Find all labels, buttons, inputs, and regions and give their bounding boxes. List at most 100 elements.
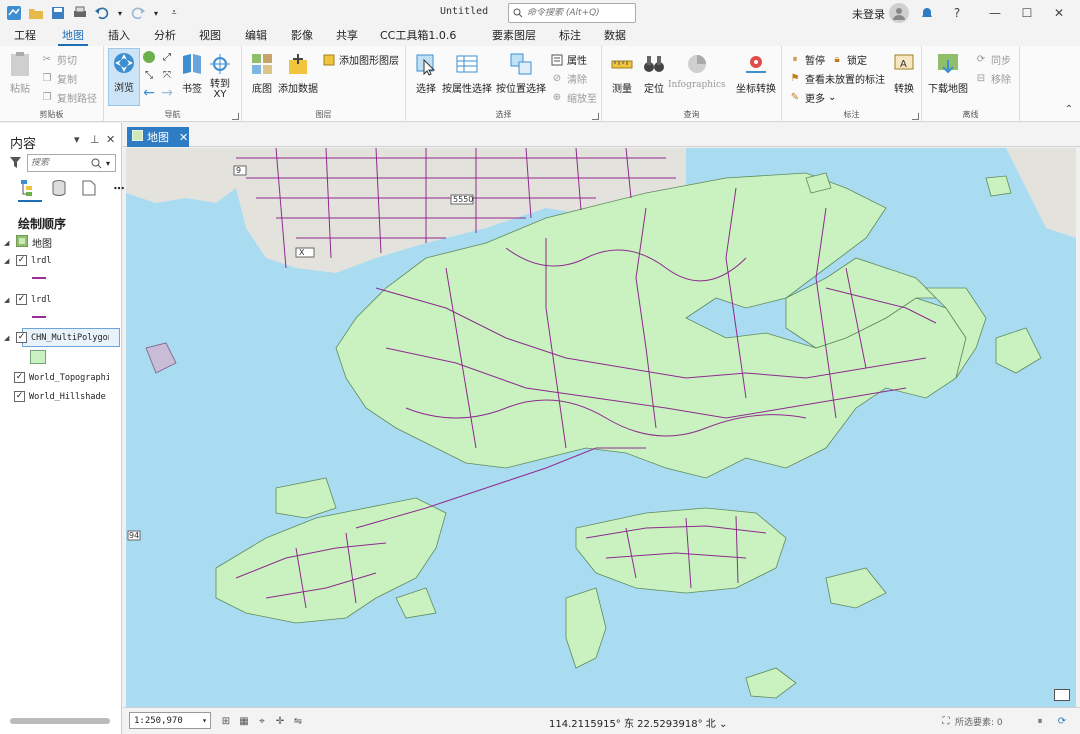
fixed-scale-icon[interactable]: ⊞ bbox=[219, 714, 233, 728]
lock-labels-button[interactable]: 🔒︎ 锁定 bbox=[830, 52, 867, 67]
tab-view[interactable]: 视图 bbox=[195, 28, 225, 46]
tab-project[interactable]: 工程 bbox=[10, 28, 40, 46]
contents-search[interactable]: ▾ bbox=[27, 154, 116, 172]
tab-insert[interactable]: 插入 bbox=[104, 28, 134, 46]
save-icon[interactable] bbox=[50, 5, 66, 21]
pane-options-icon[interactable]: ▾ bbox=[74, 133, 80, 146]
notifications-icon[interactable] bbox=[918, 4, 936, 22]
tab-data[interactable]: 数据 bbox=[600, 28, 630, 46]
print-icon[interactable] bbox=[72, 5, 88, 21]
avatar[interactable] bbox=[889, 3, 909, 23]
filter-icon[interactable] bbox=[10, 157, 21, 171]
layer-visibility-checkbox[interactable]: ✓ bbox=[16, 294, 27, 305]
previous-extent-button[interactable]: ← bbox=[142, 85, 156, 101]
map-canvas[interactable]: 9 5550 X 94 bbox=[126, 148, 1076, 707]
toc-layer-hillshade[interactable]: ✓ World_Hillshade bbox=[14, 391, 106, 402]
help-icon[interactable]: ? bbox=[948, 4, 966, 22]
horizontal-scrollbar[interactable] bbox=[10, 718, 110, 724]
polygon-symbol-swatch[interactable] bbox=[30, 350, 46, 364]
infographics-button[interactable]: Infographics bbox=[668, 50, 726, 90]
clear-selection-button[interactable]: ⊘ 清除 bbox=[550, 71, 587, 86]
collapse-ribbon-icon[interactable]: ⌃ bbox=[1060, 100, 1078, 118]
pin-icon[interactable]: ⊥ bbox=[90, 133, 100, 146]
collapse-icon[interactable]: ◢ bbox=[4, 296, 12, 304]
basemap-button[interactable]: 底图 bbox=[248, 50, 276, 95]
select-button[interactable]: 选择 bbox=[412, 50, 440, 95]
tab-edit[interactable]: 编辑 bbox=[241, 28, 271, 46]
toc-layer-lrdl-2[interactable]: ◢ ✓ lrdl bbox=[4, 294, 51, 305]
toc-layer-multipolygon[interactable]: ◢ ✓ CHN_MultiPolygon bbox=[4, 332, 109, 343]
line-symbol-swatch[interactable] bbox=[32, 316, 46, 318]
crosshair-icon[interactable]: ✛ bbox=[273, 714, 287, 728]
view-unplaced-button[interactable]: ⚑ 查看未放置的标注 bbox=[788, 71, 885, 86]
map-overview-icon[interactable] bbox=[1054, 689, 1070, 701]
collapse-icon[interactable]: ◢ bbox=[4, 239, 12, 247]
locate-button[interactable]: 定位 bbox=[640, 50, 668, 95]
toc-layer-topographic[interactable]: ✓ World_Topographic_Map bbox=[14, 372, 109, 383]
redo-dropdown-icon[interactable]: ▾ bbox=[152, 5, 160, 21]
tab-map[interactable]: 地图 bbox=[58, 28, 88, 46]
goto-xy-button[interactable]: 转到 XY bbox=[206, 50, 234, 100]
pause-drawing-icon[interactable]: ⏸ bbox=[1033, 714, 1047, 728]
data-source-icon[interactable] bbox=[50, 179, 68, 197]
tab-share[interactable]: 共享 bbox=[332, 28, 362, 46]
tab-analysis[interactable]: 分析 bbox=[150, 28, 180, 46]
close-icon[interactable]: ✕ bbox=[1050, 4, 1068, 22]
more-labeling-button[interactable]: ✎ 更多 ⌄ bbox=[788, 90, 837, 105]
attributes-button[interactable]: 属性 bbox=[550, 52, 587, 67]
open-project-icon[interactable] bbox=[28, 5, 44, 21]
minimize-icon[interactable]: — bbox=[986, 4, 1004, 22]
collapse-icon[interactable]: ◢ bbox=[4, 257, 12, 265]
command-search[interactable] bbox=[508, 3, 636, 23]
map-view-tab[interactable]: 地图 ✕ bbox=[127, 127, 189, 147]
selection-view-icon[interactable] bbox=[80, 179, 98, 197]
coordinate-conversion-button[interactable]: 坐标转换 bbox=[736, 50, 776, 95]
signin-status[interactable]: 未登录 bbox=[852, 6, 885, 22]
navigate-launcher[interactable] bbox=[232, 113, 239, 120]
tab-cc-toolbox[interactable]: CC工具箱1.0.6 bbox=[376, 28, 460, 46]
add-graphics-layer-button[interactable]: 添加图形图层 bbox=[322, 52, 399, 67]
collapse-icon[interactable]: ◢ bbox=[4, 334, 12, 342]
grid-icon[interactable]: ▦ bbox=[237, 714, 251, 728]
customize-qat-icon[interactable]: ⩡ bbox=[166, 5, 182, 21]
layer-visibility-checkbox[interactable]: ✓ bbox=[14, 391, 25, 402]
zoom-to-selection-button[interactable]: ⊕ 缩放至 bbox=[550, 90, 597, 105]
close-tab-icon[interactable]: ✕ bbox=[179, 131, 188, 144]
undo-dropdown-icon[interactable]: ▾ bbox=[116, 5, 124, 21]
convert-labels-button[interactable]: A 转换 bbox=[890, 50, 918, 95]
copy-button[interactable]: ❐ 复制 bbox=[40, 71, 77, 86]
explore-button[interactable]: 浏览 bbox=[108, 48, 140, 106]
pane-close-icon[interactable]: ✕ bbox=[106, 133, 115, 146]
cut-button[interactable]: ✂ 剪切 bbox=[40, 52, 77, 67]
chevron-down-icon[interactable]: ⌄ bbox=[719, 719, 727, 730]
measure-button[interactable]: 测量 bbox=[608, 50, 636, 95]
sync-button[interactable]: ⟳ 同步 bbox=[974, 52, 1011, 67]
toc-map[interactable]: ◢ 地图 bbox=[4, 234, 52, 250]
zoom-arrows-button[interactable]: ⤧ bbox=[160, 68, 174, 82]
map-view[interactable]: 9 5550 X 94 bbox=[126, 148, 1076, 707]
toc-layer-lrdl-1[interactable]: ◢ ✓ lrdl bbox=[4, 255, 51, 266]
drawing-order-icon[interactable] bbox=[20, 179, 38, 197]
selection-launcher[interactable] bbox=[592, 113, 599, 120]
full-extent-button[interactable] bbox=[142, 50, 156, 64]
command-search-input[interactable] bbox=[527, 8, 632, 18]
contents-search-input[interactable] bbox=[31, 158, 91, 168]
search-options-icon[interactable]: ▾ bbox=[106, 159, 110, 168]
bookmarks-button[interactable]: 书签 bbox=[178, 50, 206, 95]
tab-feature-layer[interactable]: 要素图层 bbox=[488, 28, 540, 46]
map-rotation-icon[interactable]: ⇋ bbox=[291, 714, 305, 728]
select-by-location-button[interactable]: 按位置选择 bbox=[496, 50, 546, 95]
remove-button[interactable]: ⊟ 移除 bbox=[974, 71, 1011, 86]
next-extent-button[interactable]: → bbox=[160, 85, 174, 101]
fixed-zoom-out-button[interactable]: ⤡ bbox=[142, 68, 156, 82]
redo-icon[interactable] bbox=[130, 5, 146, 21]
pause-labeling-button[interactable]: ⏸ 暂停 bbox=[788, 52, 826, 67]
copy-path-button[interactable]: ❐ 复制路径 bbox=[40, 90, 97, 105]
scale-selector[interactable]: 1:250,970 ▾ bbox=[129, 712, 211, 729]
undo-icon[interactable] bbox=[94, 5, 110, 21]
layer-visibility-checkbox[interactable]: ✓ bbox=[16, 255, 27, 266]
labeling-launcher[interactable] bbox=[912, 113, 919, 120]
layer-visibility-checkbox[interactable]: ✓ bbox=[14, 372, 25, 383]
layer-visibility-checkbox[interactable]: ✓ bbox=[16, 332, 27, 343]
download-map-button[interactable]: 下载地图 bbox=[928, 50, 968, 95]
